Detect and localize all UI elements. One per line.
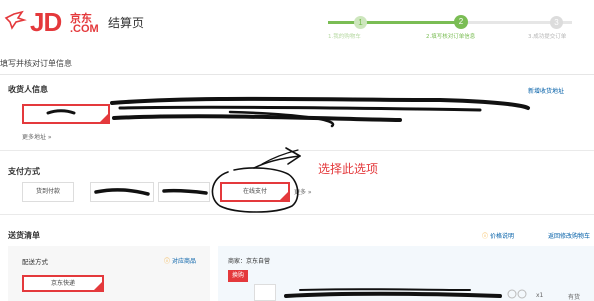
product-icons [507,289,527,299]
redaction-scribble-address [46,96,530,128]
handwritten-markup-overlay [46,96,530,299]
redaction-scribble-payment [94,188,208,196]
redaction-scribble-product [284,288,502,298]
hand-drawn-arrow-icon [253,147,301,169]
hand-drawn-circle-annotation [211,167,299,213]
